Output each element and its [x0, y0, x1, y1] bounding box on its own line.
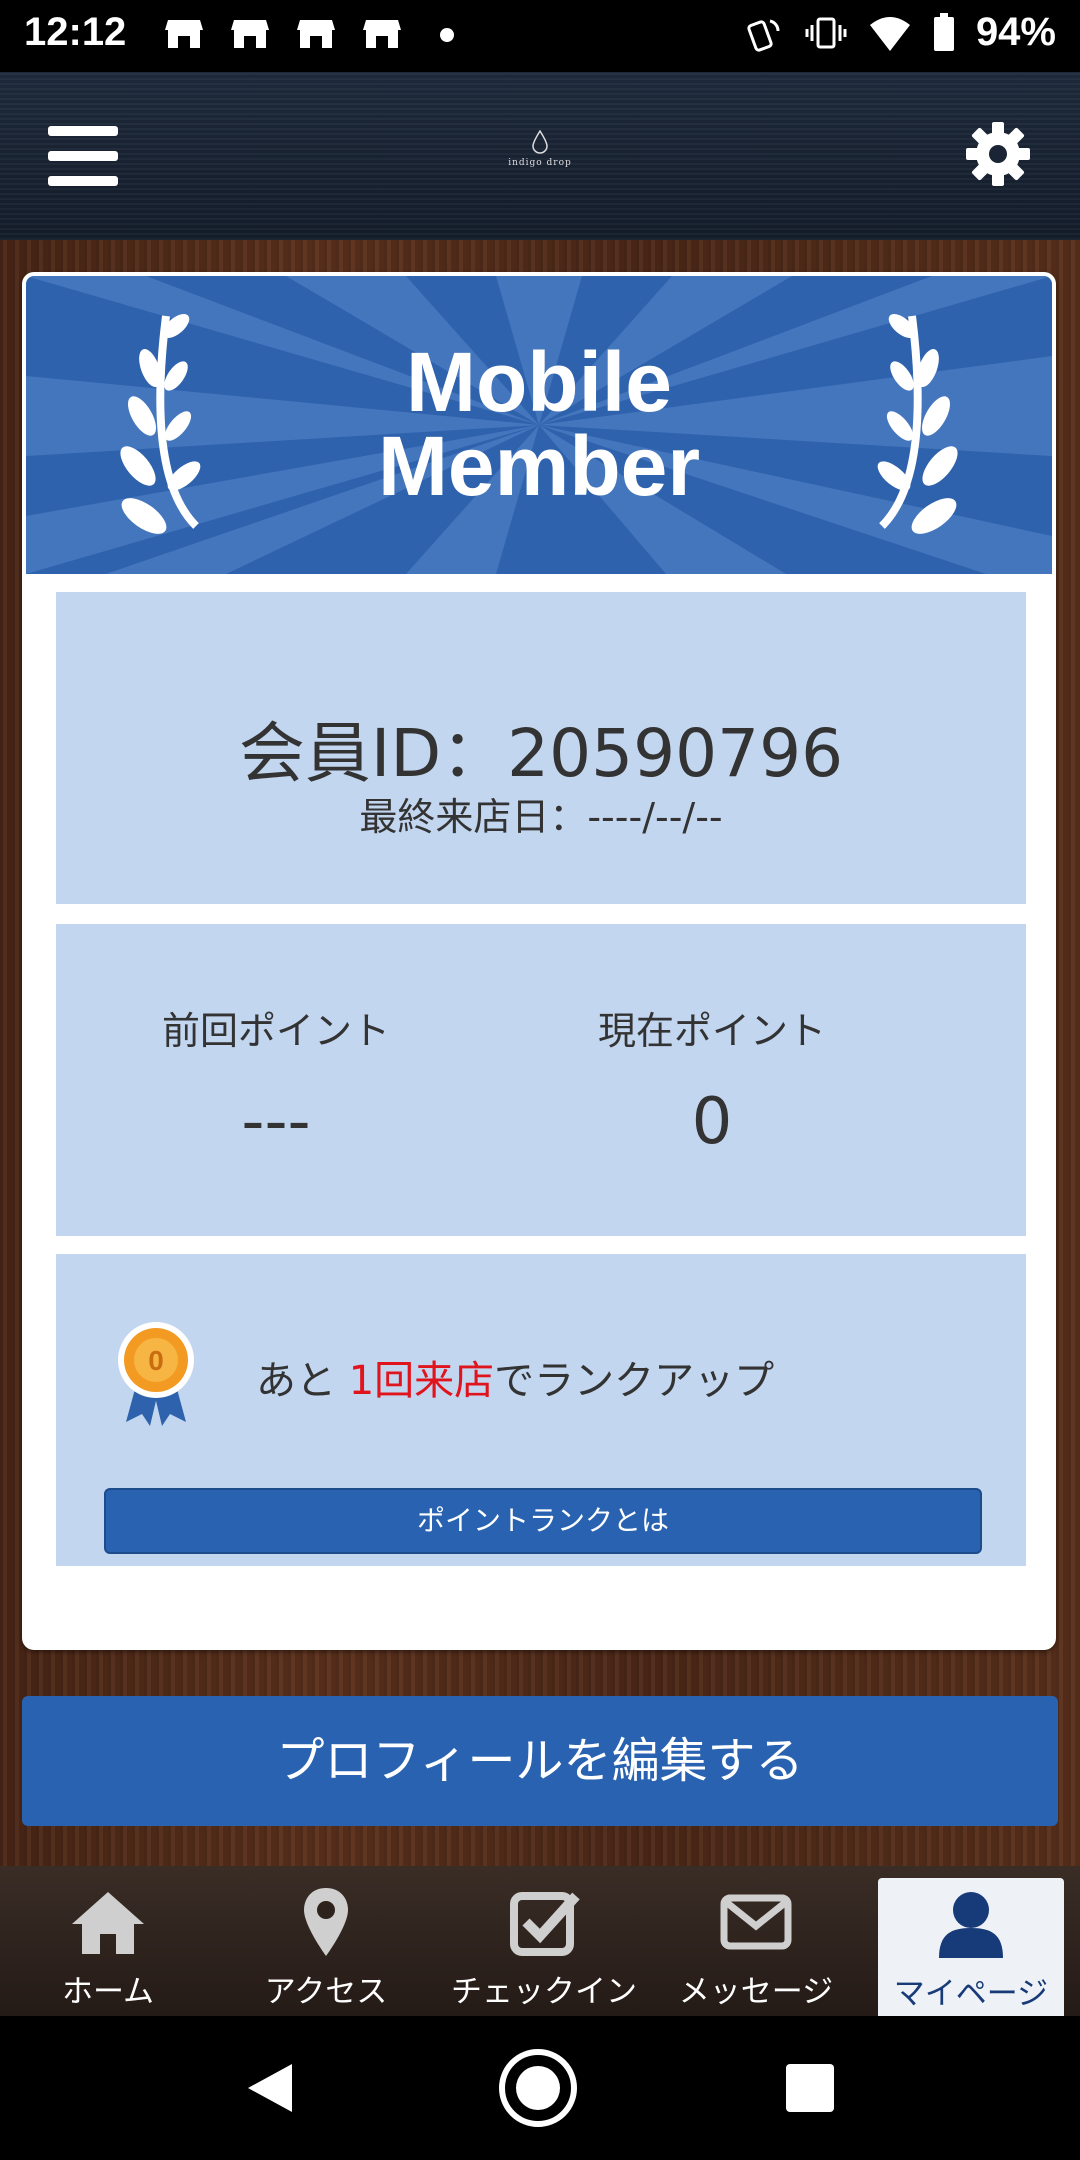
previous-points-label: 前回ポイント: [161, 1009, 390, 1053]
status-bar: 12:12 94%: [0, 0, 1080, 72]
rank-prefix: あと: [256, 1358, 349, 1404]
point-rank-info-button[interactable]: ポイントランクとは: [104, 1488, 982, 1554]
shop-notification-icon: [297, 20, 335, 48]
nfc-icon: [747, 19, 780, 52]
edit-profile-button[interactable]: プロフィールを編集する: [22, 1696, 1058, 1826]
more-notifications-dot: [440, 28, 454, 42]
tab-access-label: アクセス: [264, 1974, 388, 2010]
banner-title-line2: Member: [377, 419, 701, 513]
tab-access[interactable]: アクセス: [220, 1866, 432, 2016]
current-points: 現在ポイント 0: [512, 1000, 912, 1159]
rank-suffix: でランクアップ: [494, 1358, 775, 1404]
envelope-icon: [720, 1894, 792, 1950]
status-time: 12:12: [24, 10, 127, 54]
bottom-tab-bar: ホーム アクセス チェックイン メッセージ マイページ: [0, 1866, 1080, 2016]
logo-text: indigo drop: [508, 158, 572, 168]
member-banner: Mobile Member: [26, 276, 1052, 574]
home-icon: [72, 1892, 144, 1954]
vibrate-icon: [805, 17, 847, 48]
user-icon: [939, 1892, 1003, 1958]
app-header: indigo drop: [0, 72, 1080, 240]
tab-home[interactable]: ホーム: [2, 1866, 214, 2016]
recents-icon[interactable]: [770, 2048, 850, 2128]
member-card: Mobile Member 会員ID：20590796 最終来店日：----/-…: [22, 272, 1056, 1650]
system-nav-bar: [0, 2016, 1080, 2160]
member-id: 会員ID：20590796: [238, 715, 844, 792]
shop-notification-icon: [363, 20, 401, 48]
previous-points: 前回ポイント ---: [76, 1000, 476, 1159]
medal-icon: 0: [118, 1322, 194, 1426]
battery-percent: 94%: [975, 10, 1056, 54]
gear-icon[interactable]: [962, 118, 1034, 190]
tab-checkin[interactable]: チェックイン: [438, 1866, 650, 2016]
drop-icon: [532, 129, 548, 154]
points-panel: 前回ポイント --- 現在ポイント 0: [56, 924, 1026, 1236]
tab-mypage[interactable]: マイページ: [878, 1878, 1064, 2016]
shop-notification-icon: [231, 20, 269, 48]
svg-text:0: 0: [148, 1345, 164, 1376]
current-points-value: 0: [691, 1085, 733, 1159]
back-icon[interactable]: [230, 2048, 310, 2128]
app-logo: indigo drop: [490, 129, 590, 190]
battery-icon: [933, 12, 954, 51]
tab-checkin-label: チェックイン: [451, 1974, 637, 2010]
current-points-label: 現在ポイント: [597, 1009, 826, 1053]
shop-notification-icon: [165, 20, 203, 48]
banner-title-line1: Mobile: [406, 335, 672, 429]
banner-title: Mobile Member: [26, 340, 1052, 508]
tab-message-label: メッセージ: [678, 1974, 834, 2010]
home-circle-icon[interactable]: [498, 2048, 578, 2128]
rank-panel: 0 あと 1回来店でランクアップ ポイントランクとは: [56, 1254, 1026, 1566]
member-id-panel: 会員ID：20590796 最終来店日：----/--/--: [56, 592, 1026, 904]
tab-mypage-label: マイページ: [893, 1976, 1049, 2012]
wifi-icon: [869, 16, 910, 51]
rank-up-message: あと 1回来店でランクアップ: [256, 1348, 774, 1406]
previous-points-value: ---: [241, 1085, 311, 1159]
checkbox-icon: [510, 1892, 580, 1956]
status-right: 94%: [744, 10, 1056, 55]
tab-message[interactable]: メッセージ: [650, 1866, 862, 2016]
rank-highlight: 1回来店: [348, 1358, 495, 1404]
hamburger-icon[interactable]: [48, 126, 118, 186]
last-visit-date: 最終来店日：----/--/--: [359, 795, 723, 839]
map-pin-icon: [304, 1888, 348, 1956]
tab-home-label: ホーム: [61, 1974, 155, 2010]
